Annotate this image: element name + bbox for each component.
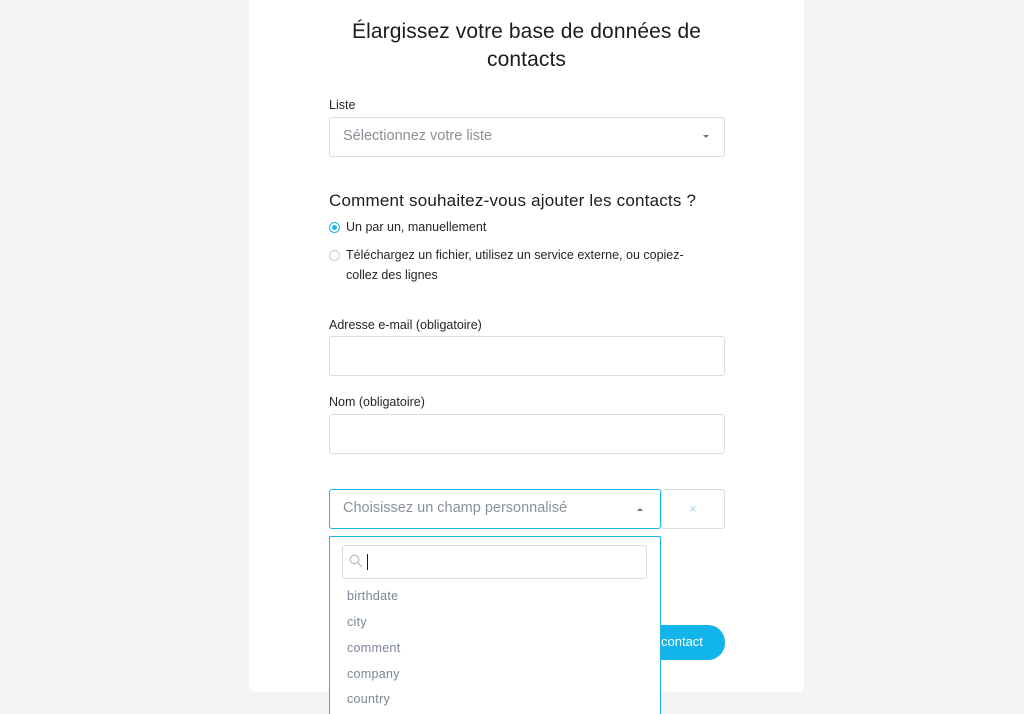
name-field[interactable] <box>329 414 725 454</box>
list-select-placeholder: Sélectionnez votre liste <box>343 128 493 144</box>
chevron-up-icon <box>637 508 643 511</box>
custom-field-dropdown: birthdate city comment company country <box>329 536 661 714</box>
custom-field-select[interactable]: Choisissez un champ personnalisé <box>329 489 661 529</box>
name-label: Nom (obligatoire) <box>329 395 425 409</box>
page-title-line2: contacts <box>486 48 566 71</box>
add-contact-button[interactable]: contact <box>657 625 725 660</box>
dropdown-option-country[interactable]: country <box>347 692 390 706</box>
dropdown-option-city[interactable]: city <box>347 615 367 629</box>
dropdown-search-input[interactable] <box>342 545 647 579</box>
radio-manual-label[interactable]: Un par un, manuellement <box>346 217 486 237</box>
method-heading: Comment souhaitez-vous ajouter les conta… <box>329 191 697 210</box>
radio-upload-label-line2: collez des lignes <box>346 268 438 282</box>
page-title: Élargissez votre base de données de cont… <box>249 18 804 74</box>
dropdown-option-birthdate[interactable]: birthdate <box>347 589 398 603</box>
email-label: Adresse e-mail (obligatoire) <box>329 318 482 332</box>
radio-manual[interactable] <box>329 222 340 233</box>
radio-upload-label-line1: Téléchargez un fichier, utilisez un serv… <box>346 248 684 262</box>
email-field[interactable] <box>329 336 725 376</box>
add-contact-button-label: contact <box>661 634 703 649</box>
list-label: Liste <box>329 98 356 112</box>
dropdown-option-comment[interactable]: comment <box>347 641 401 655</box>
close-icon: × <box>689 501 697 516</box>
page-title-line1: Élargissez votre base de données de <box>351 20 702 43</box>
radio-upload[interactable] <box>329 250 340 261</box>
custom-field-placeholder: Choisissez un champ personnalisé <box>343 500 568 516</box>
radio-upload-label[interactable]: Téléchargez un fichier, utilisez un serv… <box>346 245 684 285</box>
dropdown-option-company[interactable]: company <box>347 667 400 681</box>
remove-field-button[interactable]: × <box>661 489 725 529</box>
list-select[interactable]: Sélectionnez votre liste <box>329 117 725 157</box>
chevron-down-icon <box>703 135 709 138</box>
